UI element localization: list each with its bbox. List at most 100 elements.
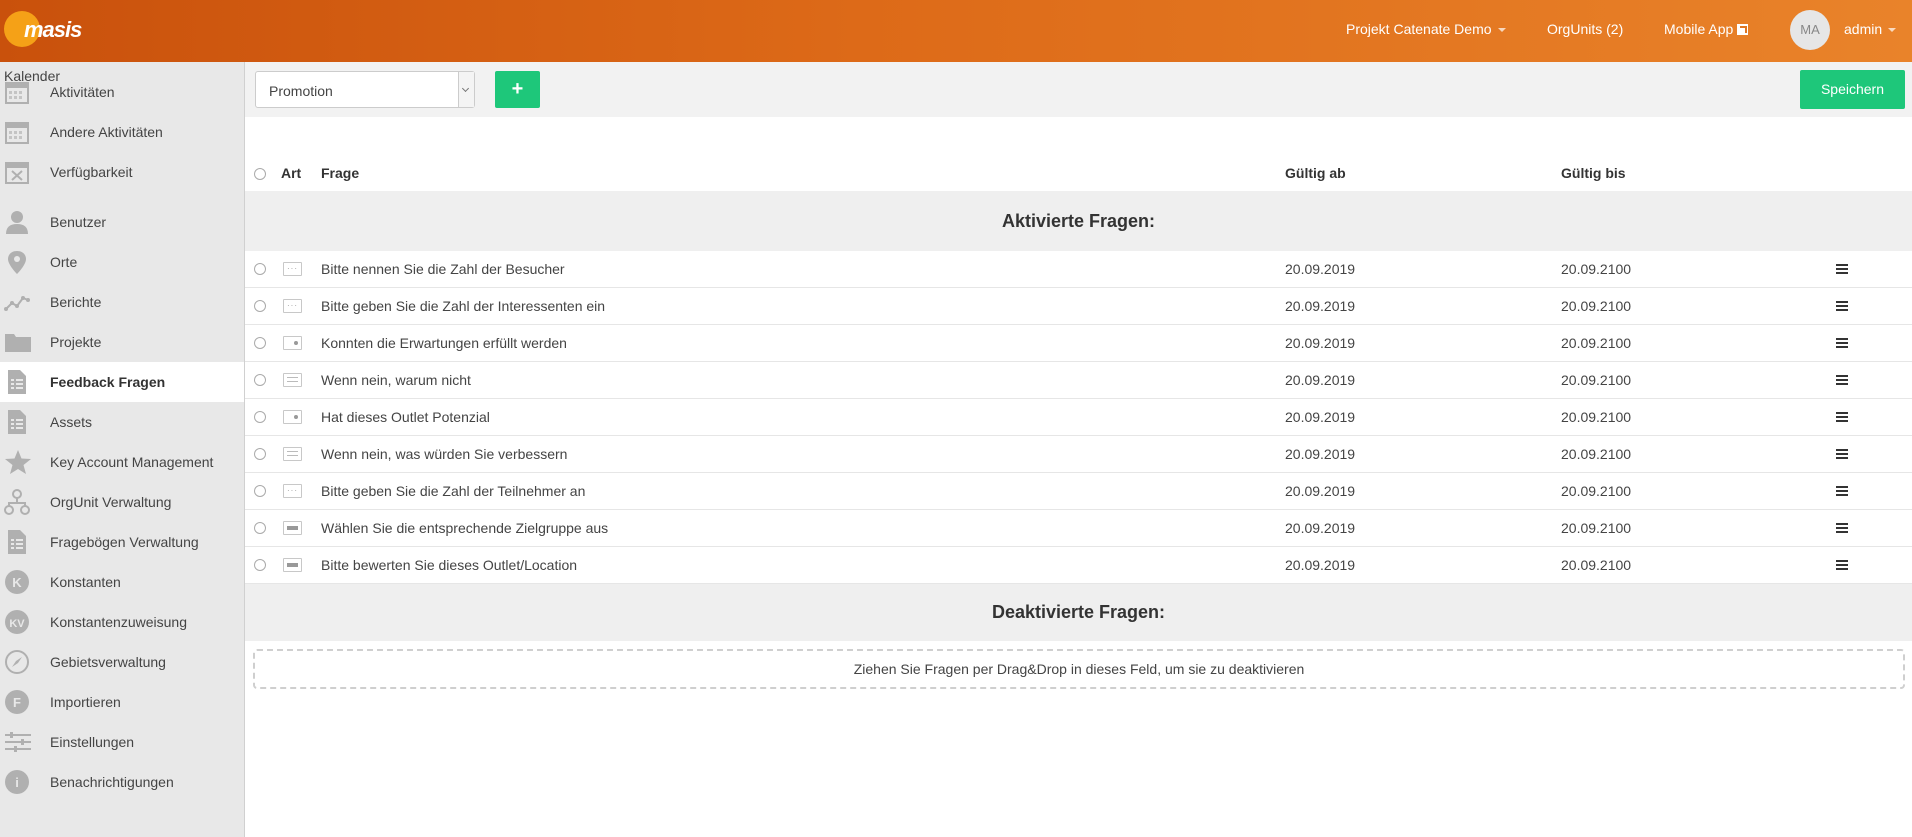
valid-from: 20.09.2019	[1285, 557, 1356, 573]
sidebar-item-assets[interactable]: Assets	[0, 402, 244, 442]
drag-handle-icon[interactable]	[1836, 301, 1848, 311]
table-row[interactable]: Konnten die Erwartungen erfüllt werden 20…	[245, 325, 1912, 362]
sidebar-item-label: Key Account Management	[50, 454, 214, 470]
calendar-x-icon	[4, 159, 32, 185]
orgunits-link[interactable]: OrgUnits (2)	[1547, 21, 1623, 37]
add-question-button[interactable]: +	[495, 71, 540, 108]
column-header-gueltig-ab: Gültig ab	[1285, 165, 1346, 181]
drag-handle-icon[interactable]	[1836, 449, 1848, 459]
select-all-radio[interactable]	[254, 168, 266, 180]
drag-handle-icon[interactable]	[1836, 560, 1848, 570]
toggle-field-icon	[283, 410, 302, 424]
drag-handle-icon[interactable]	[1836, 264, 1848, 274]
row-select-radio[interactable]	[254, 559, 266, 571]
sidebar-item-konstantenzuweisung[interactable]: KV Konstantenzuweisung	[0, 602, 244, 642]
questionnaire-select[interactable]: Promotion	[255, 71, 475, 108]
row-select-radio[interactable]	[254, 374, 266, 386]
sidebar-item-benachrichtigungen[interactable]: i Benachrichtigungen	[0, 762, 244, 802]
sidebar-item-label: Orte	[50, 254, 78, 270]
valid-to: 20.09.2100	[1561, 557, 1632, 573]
sidebar-item-aktivitäten[interactable]: Aktivitäten	[0, 72, 244, 112]
table-row[interactable]: Bitte bewerten Sie dieses Outlet/Locatio…	[245, 547, 1912, 584]
table-row[interactable]: Wählen Sie die entsprechende Zielgruppe …	[245, 510, 1912, 547]
drag-handle-icon[interactable]	[1836, 338, 1848, 348]
toggle-field-icon	[283, 336, 302, 350]
sidebar-item-gebietsverwaltung[interactable]: Gebietsverwaltung	[0, 642, 244, 682]
sidebar-item-importieren[interactable]: F Importieren	[0, 682, 244, 722]
sidebar-item-orgunit-verwaltung[interactable]: OrgUnit Verwaltung	[0, 482, 244, 522]
sidebar-item-feedback-fragen[interactable]: Feedback Fragen	[0, 362, 244, 402]
row-select-radio[interactable]	[254, 300, 266, 312]
save-button[interactable]: Speichern	[1800, 70, 1905, 109]
sidebar-item-benutzer[interactable]: Benutzer	[0, 202, 244, 242]
valid-from: 20.09.2019	[1285, 298, 1356, 314]
sidebar-item-andere-aktivitäten[interactable]: Andere Aktivitäten	[0, 112, 244, 152]
svg-text:KV: KV	[9, 618, 25, 630]
number-field-icon: ···	[283, 299, 302, 313]
sidebar-item-label: OrgUnit Verwaltung	[50, 494, 172, 510]
sidebar-item-label: Verfügbarkeit	[50, 164, 133, 180]
drag-handle-icon[interactable]	[1836, 523, 1848, 533]
drag-handle-icon[interactable]	[1836, 375, 1848, 385]
question-text: Bitte nennen Sie die Zahl der Besucher	[321, 261, 565, 277]
drag-handle-icon[interactable]	[1836, 486, 1848, 496]
chevron-down-icon	[458, 72, 474, 107]
avatar[interactable]: MA	[1790, 10, 1830, 50]
number-field-icon: ···	[283, 484, 302, 498]
question-text: Hat dieses Outlet Potenzial	[321, 409, 490, 425]
section-active-questions: Aktivierte Fragen:	[245, 191, 1912, 251]
valid-to: 20.09.2100	[1561, 409, 1632, 425]
sidebar-item-projekte[interactable]: Projekte	[0, 322, 244, 362]
sidebar-item-berichte[interactable]: Berichte	[0, 282, 244, 322]
user-name: admin	[1844, 21, 1883, 37]
row-select-radio[interactable]	[254, 337, 266, 349]
sidebar-item-label: Einstellungen	[50, 734, 135, 750]
valid-from: 20.09.2019	[1285, 372, 1356, 388]
sidebar: Kalender Aktivitäten Andere Aktivitäten Ve…	[0, 62, 245, 837]
user-icon	[4, 209, 32, 235]
questionnaire-select-value: Promotion	[269, 83, 333, 99]
project-dropdown[interactable]: Projekt Catenate Demo	[1346, 21, 1506, 37]
logo-text: masis	[24, 17, 82, 42]
table-row[interactable]: Wenn nein, warum nicht 20.09.2019 20.09.21…	[245, 362, 1912, 399]
sidebar-item-label: Importieren	[50, 694, 121, 710]
org-tree-icon	[4, 489, 32, 515]
row-select-radio[interactable]	[254, 522, 266, 534]
external-link-icon	[1737, 24, 1749, 35]
chevron-down-icon	[1888, 28, 1897, 33]
deactivate-dropzone[interactable]: Ziehen Sie Fragen per Drag&Drop in diese…	[253, 649, 1905, 689]
row-select-radio[interactable]	[254, 485, 266, 497]
document-list-icon	[4, 529, 32, 555]
sidebar-item-einstellungen[interactable]: Einstellungen	[0, 722, 244, 762]
user-menu[interactable]: admin	[1844, 21, 1897, 37]
sidebar-item-label: Fragebögen Verwaltung	[50, 534, 199, 550]
map-pin-icon	[4, 249, 32, 275]
question-text: Bitte geben Sie die Zahl der Teilnehmer …	[321, 483, 586, 499]
sidebar-item-label: Konstanten	[50, 574, 121, 590]
sidebar-item-orte[interactable]: Orte	[0, 242, 244, 282]
valid-to: 20.09.2100	[1561, 298, 1632, 314]
row-select-radio[interactable]	[254, 448, 266, 460]
row-select-radio[interactable]	[254, 411, 266, 423]
row-select-radio[interactable]	[254, 263, 266, 275]
masis-logo[interactable]: masis	[4, 9, 84, 49]
table-row[interactable]: ··· Bitte geben Sie die Zahl der Teilnehm…	[245, 473, 1912, 510]
drag-handle-icon[interactable]	[1836, 412, 1848, 422]
document-list-icon	[4, 369, 32, 395]
sidebar-item-konstanten[interactable]: K Konstanten	[0, 562, 244, 602]
table-row[interactable]: Hat dieses Outlet Potenzial 20.09.2019 20.…	[245, 399, 1912, 436]
svg-text:F: F	[13, 695, 21, 710]
document-list-icon	[4, 409, 32, 435]
table-row[interactable]: ··· Bitte nennen Sie die Zahl der Besuche…	[245, 251, 1912, 288]
sidebar-item-key-account-management[interactable]: Key Account Management	[0, 442, 244, 482]
valid-from: 20.09.2019	[1285, 261, 1356, 277]
number-field-icon: ···	[283, 262, 302, 276]
sidebar-item-verfügbarkeit[interactable]: Verfügbarkeit	[0, 152, 244, 192]
table-row[interactable]: ··· Bitte geben Sie die Zahl der Interess…	[245, 288, 1912, 325]
question-text: Wenn nein, was würden Sie verbessern	[321, 446, 568, 462]
mobile-app-link[interactable]: Mobile App	[1664, 21, 1749, 37]
kv-circle-icon: KV	[4, 609, 32, 635]
question-text: Wenn nein, warum nicht	[321, 372, 471, 388]
sidebar-item-fragebögen-verwaltung[interactable]: Fragebögen Verwaltung	[0, 522, 244, 562]
table-row[interactable]: Wenn nein, was würden Sie verbessern 20.0…	[245, 436, 1912, 473]
